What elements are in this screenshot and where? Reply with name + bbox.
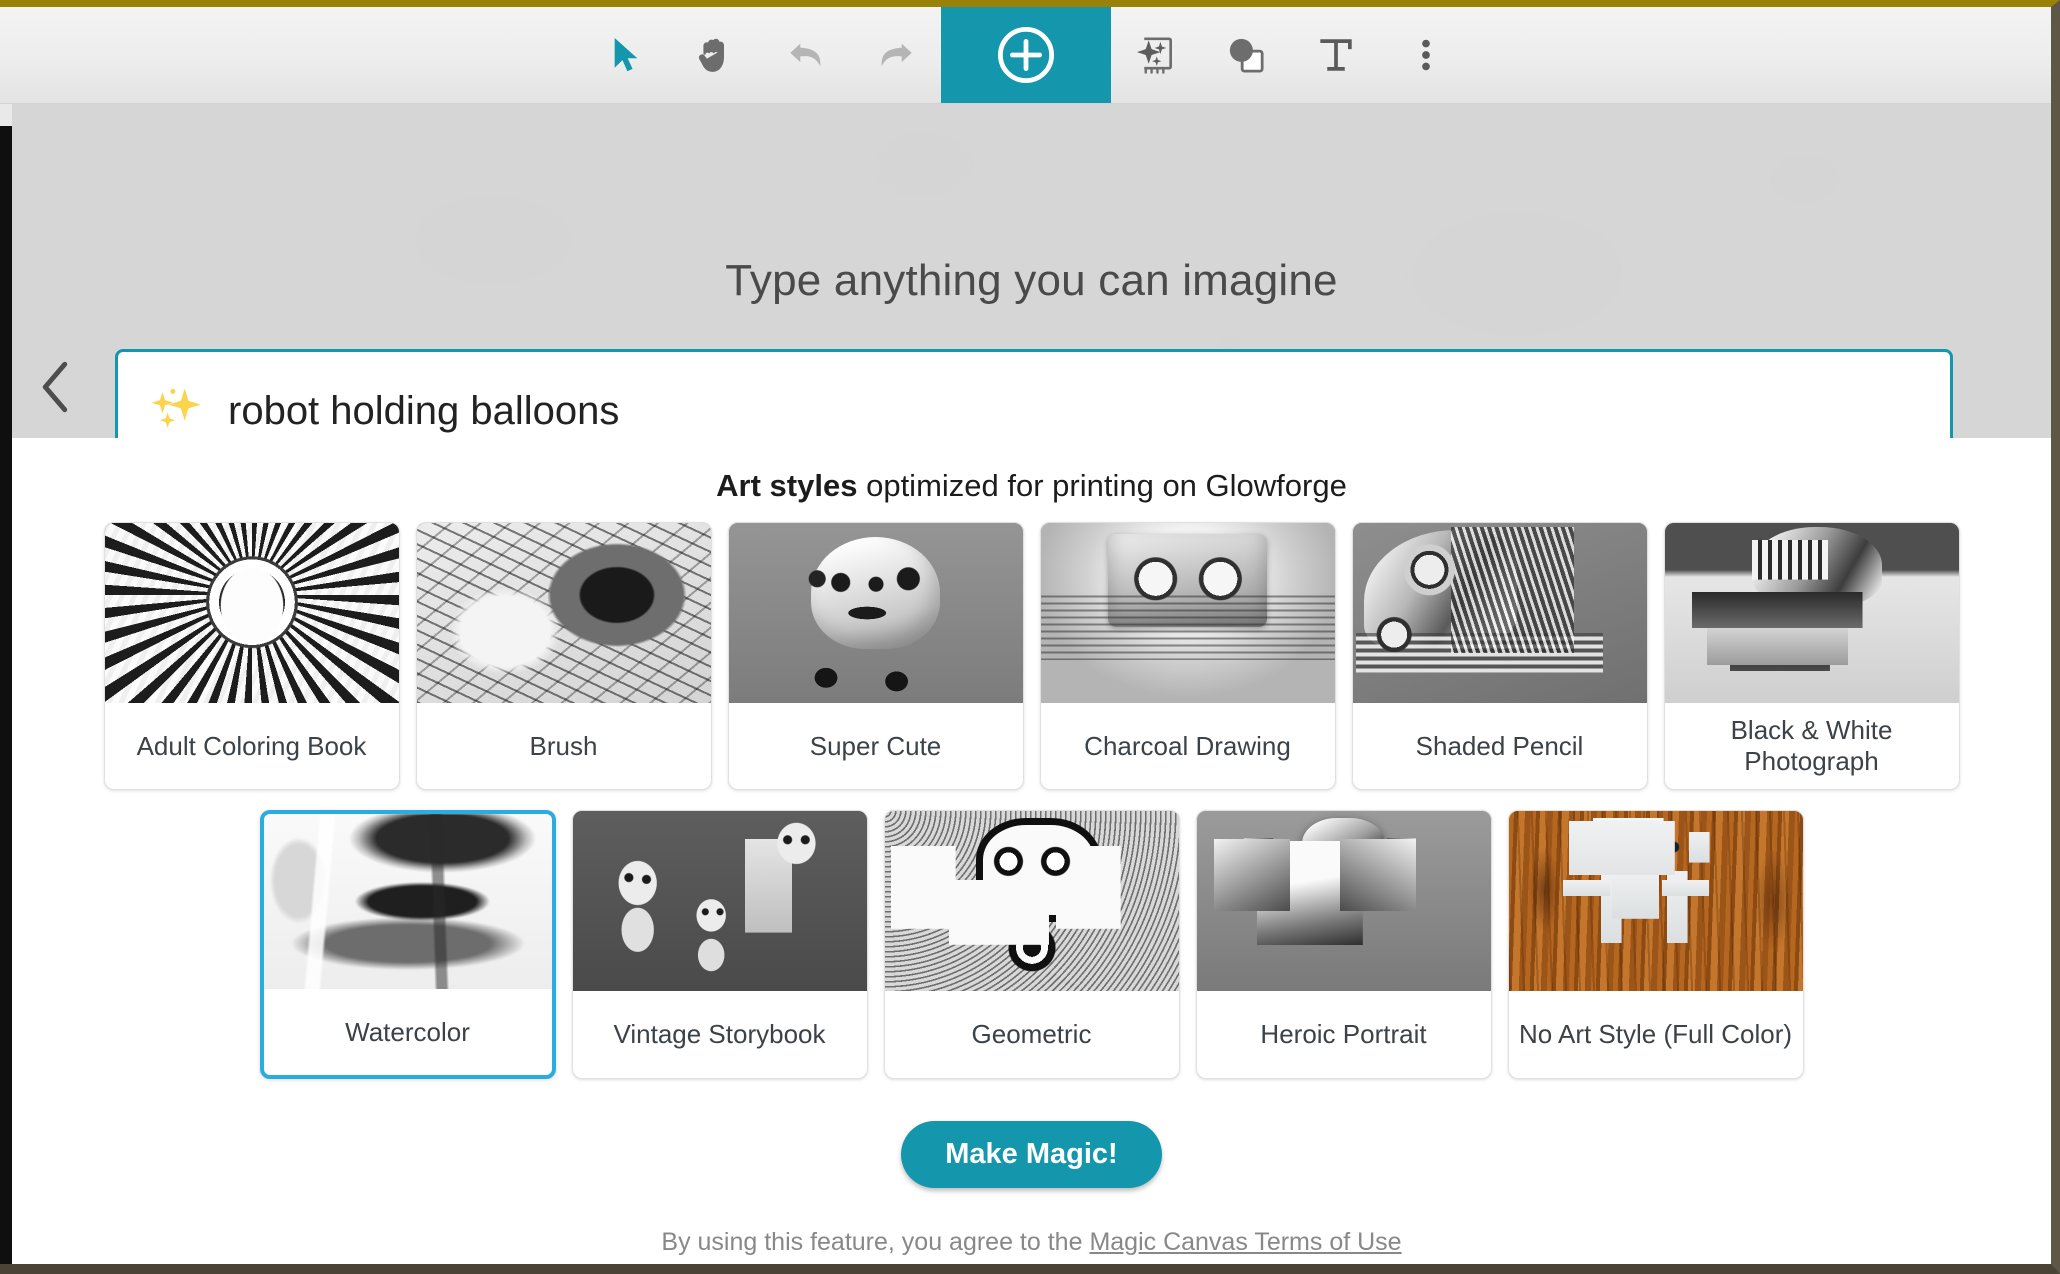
more-options[interactable] xyxy=(1381,7,1471,103)
art-style-label: Super Cute xyxy=(729,703,1023,789)
left-ruler-rail xyxy=(0,126,12,1265)
art-style-label: Black & White Photograph xyxy=(1665,703,1959,789)
plus-circle-icon xyxy=(994,23,1058,87)
art-style-row-2: WatercolorVintage StorybookGeometricHero… xyxy=(12,810,2051,1079)
art-style-card[interactable]: Heroic Portrait xyxy=(1196,810,1492,1079)
art-style-label: Heroic Portrait xyxy=(1197,991,1491,1078)
terms-notice: By using this feature, you agree to the … xyxy=(12,1228,2051,1257)
art-style-label: No Art Style (Full Color) xyxy=(1509,991,1803,1078)
text-tool[interactable] xyxy=(1291,7,1381,103)
redo-tool[interactable] xyxy=(851,7,941,103)
prompt-input-value: robot holding balloons xyxy=(228,389,619,434)
art-style-preview-image xyxy=(1665,523,1959,703)
art-style-thumbnail xyxy=(1665,523,1959,703)
art-style-card[interactable]: Geometric xyxy=(884,810,1180,1079)
undo-tool[interactable] xyxy=(761,7,851,103)
select-tool[interactable] xyxy=(581,7,671,103)
art-style-card[interactable]: Super Cute xyxy=(728,522,1024,790)
add-artwork-tool[interactable] xyxy=(941,7,1111,103)
art-style-card[interactable]: Brush xyxy=(416,522,712,790)
art-styles-heading: Art styles optimized for printing on Glo… xyxy=(12,468,2051,504)
art-style-card[interactable]: No Art Style (Full Color) xyxy=(1508,810,1804,1079)
prompt-panel: Type anything you can imagine robot hold… xyxy=(12,104,2051,438)
art-style-label: Geometric xyxy=(885,991,1179,1078)
hand-icon xyxy=(697,35,735,75)
art-style-card[interactable]: Watercolor xyxy=(260,810,556,1079)
art-style-preview-image xyxy=(1041,523,1335,703)
terms-prefix-text: By using this feature, you agree to the xyxy=(661,1228,1089,1256)
pan-tool[interactable] xyxy=(671,7,761,103)
art-style-preview-image xyxy=(264,814,552,989)
make-magic-button[interactable]: Make Magic! xyxy=(901,1121,1161,1188)
art-style-card[interactable]: Shaded Pencil xyxy=(1352,522,1648,790)
art-style-thumbnail xyxy=(105,523,399,703)
undo-arrow-icon xyxy=(786,37,826,73)
page-title: Type anything you can imagine xyxy=(12,256,2051,306)
art-style-thumbnail xyxy=(885,811,1179,991)
application-window: Type anything you can imagine robot hold… xyxy=(0,0,2060,1274)
kebab-menu-icon xyxy=(1419,35,1433,75)
art-styles-heading-bold: Art styles xyxy=(716,468,857,503)
art-style-thumbnail xyxy=(729,523,1023,703)
art-style-thumbnail xyxy=(1041,523,1335,703)
sparkles-icon xyxy=(148,383,206,440)
art-style-preview-image xyxy=(885,811,1179,991)
art-style-preview-image xyxy=(573,811,867,991)
art-style-preview-image xyxy=(1353,523,1647,703)
art-style-label: Brush xyxy=(417,703,711,789)
art-style-preview-image xyxy=(1197,811,1491,991)
art-style-thumbnail xyxy=(264,814,552,989)
art-style-card[interactable]: Vintage Storybook xyxy=(572,810,868,1079)
art-style-row-1: Adult Coloring BookBrushSuper CuteCharco… xyxy=(12,522,2051,790)
chevron-left-icon xyxy=(40,361,70,413)
art-style-label: Vintage Storybook xyxy=(573,991,867,1078)
shapes-tool[interactable] xyxy=(1201,7,1291,103)
art-style-card[interactable]: Adult Coloring Book xyxy=(104,522,400,790)
art-style-label: Watercolor xyxy=(264,989,552,1075)
text-t-icon xyxy=(1317,35,1355,75)
art-style-thumbnail xyxy=(417,523,711,703)
art-style-thumbnail xyxy=(573,811,867,991)
magic-canvas-terms-link[interactable]: Magic Canvas Terms of Use xyxy=(1089,1228,1401,1256)
shapes-icon xyxy=(1226,35,1266,75)
make-magic-container: Make Magic! xyxy=(12,1121,2051,1188)
art-style-preview-image xyxy=(417,523,711,703)
art-style-thumbnail xyxy=(1197,811,1491,991)
art-style-preview-image xyxy=(1509,811,1803,991)
back-button[interactable] xyxy=(27,359,83,415)
art-style-card[interactable]: Charcoal Drawing xyxy=(1040,522,1336,790)
art-style-thumbnail xyxy=(1509,811,1803,991)
redo-arrow-icon xyxy=(876,37,916,73)
art-style-label: Charcoal Drawing xyxy=(1041,703,1335,789)
art-style-label: Shaded Pencil xyxy=(1353,703,1647,789)
left-ruler-top-cap xyxy=(0,104,12,126)
art-style-preview-image xyxy=(105,523,399,703)
art-style-card[interactable]: Black & White Photograph xyxy=(1664,522,1960,790)
cursor-arrow-icon xyxy=(609,35,643,75)
magic-canvas-tool[interactable] xyxy=(1111,7,1201,103)
art-style-preview-image xyxy=(729,523,1023,703)
art-style-label: Adult Coloring Book xyxy=(105,703,399,789)
sparkle-frame-icon xyxy=(1135,33,1177,77)
top-toolbar xyxy=(0,7,2051,104)
art-styles-section: Art styles optimized for printing on Glo… xyxy=(12,438,2051,1265)
art-styles-heading-rest: optimized for printing on Glowforge xyxy=(857,468,1346,503)
art-style-thumbnail xyxy=(1353,523,1647,703)
